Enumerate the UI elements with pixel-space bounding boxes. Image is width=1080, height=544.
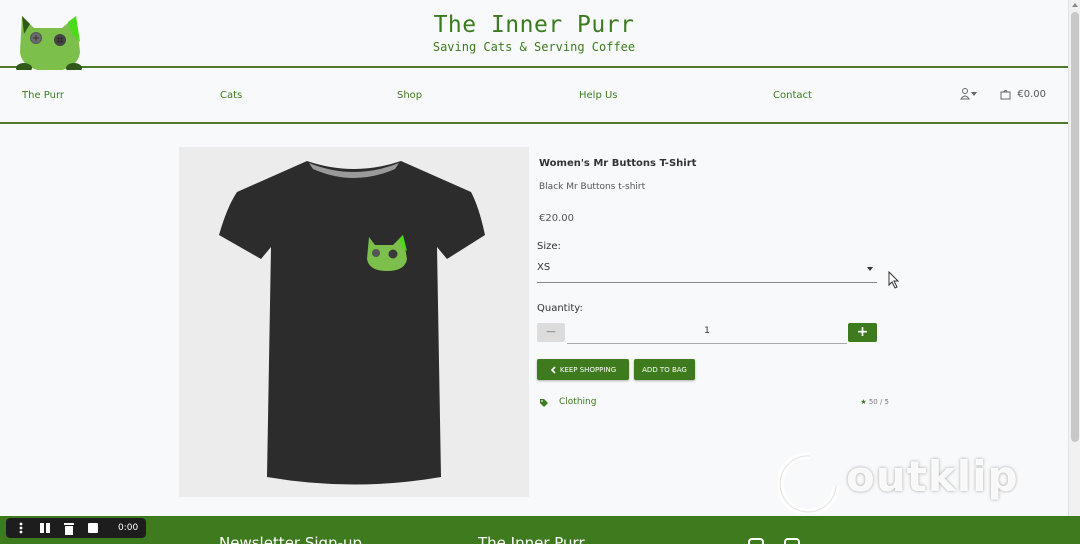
quantity-input[interactable]: 1	[567, 322, 847, 344]
footer-brand-heading: The Inner Purr	[478, 534, 585, 544]
menu-dots-icon[interactable]	[14, 521, 28, 535]
product-meta: Clothing ★ 50 / 5	[539, 397, 889, 411]
product-rating: ★ 50 / 5	[860, 398, 889, 406]
vertical-scrollbar[interactable]	[1068, 0, 1080, 516]
nav-item-help-us[interactable]: Help Us	[579, 90, 618, 101]
nav-item-contact[interactable]: Contact	[773, 90, 812, 101]
category-link[interactable]: Clothing	[559, 397, 596, 407]
caret-down-icon	[867, 267, 873, 271]
nav-item-shop[interactable]: Shop	[397, 90, 422, 101]
watermark-text: outklip	[846, 452, 1019, 501]
bag-icon[interactable]	[1000, 89, 1011, 100]
scroll-up-arrow-icon[interactable]	[1072, 3, 1078, 7]
site-title[interactable]: The Inner Purr	[0, 12, 1068, 38]
user-icon[interactable]	[960, 88, 978, 100]
add-to-bag-label: ADD TO BAG	[642, 365, 687, 374]
pause-icon[interactable]	[38, 521, 52, 535]
keep-shopping-button[interactable]: KEEP SHOPPING	[537, 359, 629, 380]
recorder-toolbar: 0:00	[6, 518, 146, 538]
size-select[interactable]: XS	[537, 258, 877, 283]
quantity-increment-button[interactable]: +	[848, 323, 877, 342]
stop-icon[interactable]	[86, 521, 100, 535]
product-name: Women's Mr Buttons T-Shirt	[539, 158, 697, 169]
nav-item-cats[interactable]: Cats	[220, 90, 242, 101]
scrollbar-thumb[interactable]	[1071, 12, 1079, 442]
product-description: Black Mr Buttons t-shirt	[539, 182, 646, 192]
nav-item-the-purr[interactable]: The Purr	[22, 90, 64, 101]
site-footer: Newsletter Sign-up The Inner Purr	[0, 516, 1080, 544]
keep-shopping-label: KEEP SHOPPING	[559, 365, 617, 374]
cursor-icon	[888, 271, 900, 289]
quantity-label: Quantity:	[537, 303, 583, 314]
main-nav: The Purr Cats Shop Help Us Contact €0.00	[0, 70, 1068, 124]
recorder-time: 0:00	[118, 523, 139, 533]
star-icon: ★	[860, 398, 867, 406]
newsletter-heading: Newsletter Sign-up	[219, 534, 363, 544]
site-header: The Inner Purr Saving Cats & Serving Cof…	[0, 0, 1068, 73]
quantity-decrement-button[interactable]: −	[537, 323, 565, 342]
tag-icon	[540, 399, 548, 407]
add-to-bag-button[interactable]: ADD TO BAG	[634, 359, 695, 380]
size-select-value: XS	[537, 262, 551, 273]
size-label: Size:	[537, 241, 561, 252]
chevron-left-icon	[550, 365, 556, 374]
rating-value: 50 / 5	[868, 398, 889, 406]
product-image	[179, 147, 529, 497]
site-subtitle: Saving Cats & Serving Coffee	[432, 40, 636, 54]
facebook-icon[interactable]	[784, 538, 800, 544]
bag-total[interactable]: €0.00	[1017, 89, 1046, 100]
tshirt-image	[219, 161, 485, 485]
nav-account-bag: €0.00	[960, 88, 1046, 100]
instagram-icon[interactable]	[748, 538, 764, 544]
page: The Inner Purr Saving Cats & Serving Cof…	[0, 0, 1080, 544]
trash-icon[interactable]	[62, 521, 76, 535]
product-price: €20.00	[539, 213, 574, 224]
